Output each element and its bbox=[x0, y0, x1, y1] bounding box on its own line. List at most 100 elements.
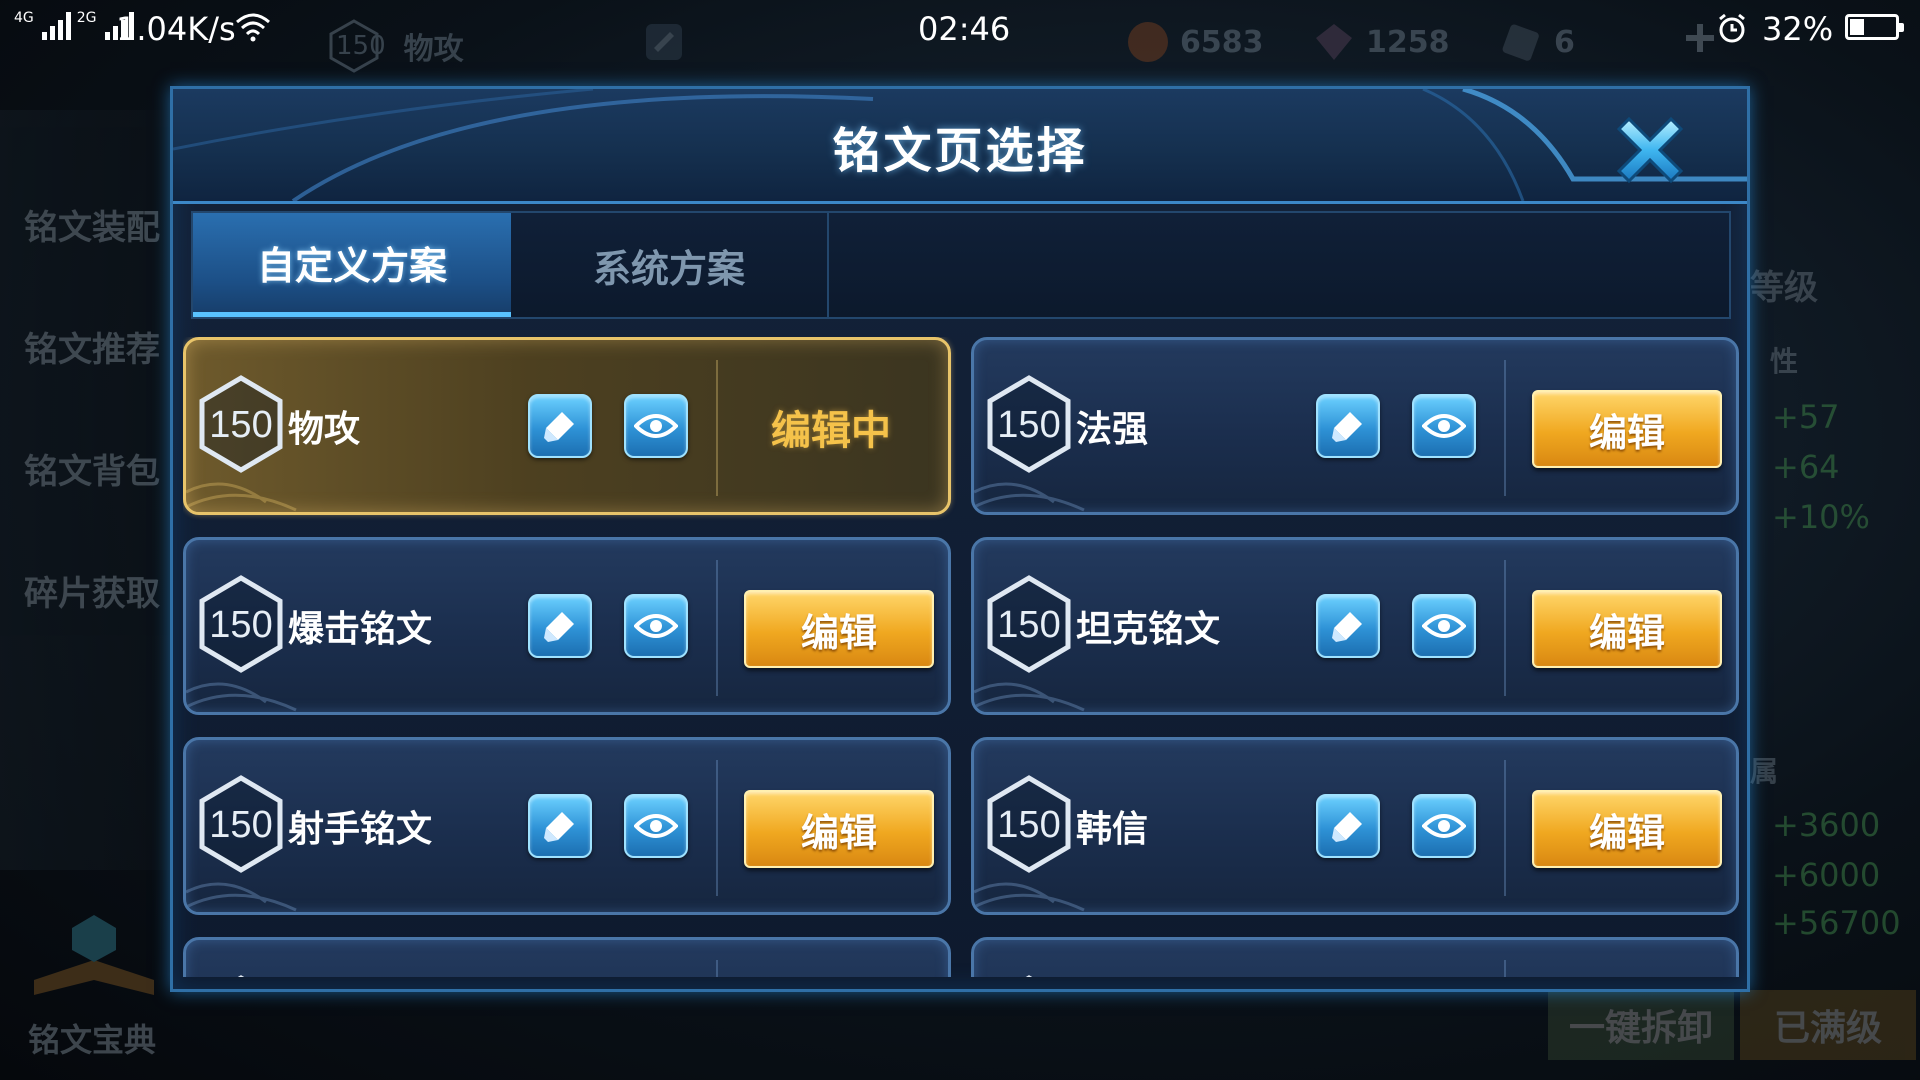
rune-page-name: 射手铭文 bbox=[288, 809, 433, 850]
close-icon[interactable] bbox=[1607, 107, 1693, 193]
rune-page-card[interactable] bbox=[971, 937, 1739, 977]
card-divider bbox=[1504, 760, 1506, 896]
rune-page-grid: 150 物攻 编辑中 150 法强 编辑 150 爆击铭文 编辑 150 坦克铭… bbox=[183, 337, 1739, 977]
eye-icon bbox=[634, 614, 678, 638]
bg-add-icon bbox=[1680, 18, 1720, 58]
hexagon-level-icon: 150 bbox=[196, 574, 286, 674]
view-button[interactable] bbox=[1412, 394, 1476, 458]
hexagon-level-icon: 150 bbox=[196, 774, 286, 874]
dialog-header: 铭文页选择 bbox=[173, 89, 1747, 204]
eye-icon bbox=[1422, 614, 1466, 638]
rename-button[interactable] bbox=[528, 794, 592, 858]
gem-icon bbox=[1316, 24, 1352, 60]
card-divider bbox=[1504, 560, 1506, 696]
dialog-title: 铭文页选择 bbox=[832, 123, 1088, 179]
bg-sidebar-item: 碎片获取 bbox=[24, 574, 160, 614]
bg-stat: +6000 bbox=[1772, 856, 1881, 894]
rune-page-name: 韩信 bbox=[1076, 809, 1149, 850]
rune-page-card[interactable]: 150 射手铭文 编辑 bbox=[183, 737, 951, 915]
bg-maxed-button: 已满级 bbox=[1740, 990, 1916, 1060]
coin-icon bbox=[1128, 22, 1168, 62]
bg-sidebar: 铭文装配 铭文推荐 铭文背包 碎片获取 bbox=[0, 110, 170, 870]
bg-right-level-label: 等级 bbox=[1750, 268, 1818, 308]
rune-level: 150 bbox=[209, 604, 273, 646]
bg-sidebar-item: 铭文推荐 bbox=[24, 330, 160, 370]
bg-tickets: 6 bbox=[1498, 18, 1575, 66]
tab-custom-plans[interactable]: 自定义方案 bbox=[193, 213, 511, 317]
view-button[interactable] bbox=[624, 594, 688, 658]
bg-stat: +10% bbox=[1772, 498, 1870, 536]
bg-level: 150 bbox=[336, 31, 386, 61]
card-divider bbox=[716, 560, 718, 696]
hexagon-level-icon: 150 bbox=[196, 374, 286, 474]
tab-bar: 自定义方案 系统方案 bbox=[191, 211, 1731, 319]
rune-page-selection-dialog: 铭文页选择 自定义方案 系统方案 150 物攻 编辑中 150 法强 编辑 15… bbox=[170, 86, 1750, 992]
view-button[interactable] bbox=[624, 794, 688, 858]
rune-page-card[interactable]: 150 韩信 编辑 bbox=[971, 737, 1739, 915]
rename-icon bbox=[544, 612, 574, 642]
rename-button[interactable] bbox=[528, 594, 592, 658]
eye-icon bbox=[1422, 414, 1466, 438]
rune-page-card[interactable]: 150 法强 编辑 bbox=[971, 337, 1739, 515]
bg-right-attr2-label: 属 bbox=[1750, 755, 1779, 788]
rune-page-card[interactable]: 150 坦克铭文 编辑 bbox=[971, 537, 1739, 715]
rune-page-name: 坦克铭文 bbox=[1076, 609, 1221, 650]
bg-tickets-value: 6 bbox=[1554, 24, 1575, 60]
bg-book-label: 铭文宝典 bbox=[28, 1021, 157, 1059]
bg-unload-button: 一键拆卸 bbox=[1548, 990, 1734, 1060]
eye-icon bbox=[1422, 814, 1466, 838]
hexagon-level-icon: 150 bbox=[984, 574, 1074, 674]
rename-button[interactable] bbox=[528, 394, 592, 458]
bg-page-name: 物攻 bbox=[403, 32, 464, 67]
rune-level: 150 bbox=[997, 804, 1061, 846]
bg-coins: 6583 bbox=[1124, 18, 1264, 66]
editing-status-label: 编辑中 bbox=[771, 408, 891, 454]
rename-button[interactable] bbox=[1316, 394, 1380, 458]
eye-icon bbox=[634, 414, 678, 438]
rename-icon bbox=[544, 412, 574, 442]
hexagon-level-icon: 150 bbox=[984, 774, 1074, 874]
bg-coins-value: 6583 bbox=[1180, 24, 1264, 60]
rename-icon bbox=[1332, 612, 1362, 642]
view-button[interactable] bbox=[1412, 794, 1476, 858]
bg-rename-icon bbox=[640, 18, 688, 66]
bg-gems: 1258 bbox=[1310, 18, 1450, 66]
rune-level: 150 bbox=[209, 804, 273, 846]
rename-button[interactable] bbox=[1316, 794, 1380, 858]
edit-button[interactable]: 编辑 bbox=[1532, 590, 1722, 668]
bg-stat: +57 bbox=[1772, 398, 1840, 436]
rename-icon bbox=[1332, 812, 1362, 842]
rune-level: 150 bbox=[997, 604, 1061, 646]
ticket-icon bbox=[1502, 24, 1539, 61]
rune-page-card[interactable]: 150 爆击铭文 编辑 bbox=[183, 537, 951, 715]
tab-system-plans[interactable]: 系统方案 bbox=[511, 213, 829, 317]
rename-icon bbox=[544, 812, 574, 842]
rune-level: 150 bbox=[209, 404, 273, 446]
view-button[interactable] bbox=[624, 394, 688, 458]
card-divider bbox=[716, 960, 718, 977]
rune-page-card[interactable]: 150 物攻 编辑中 bbox=[183, 337, 951, 515]
edit-button[interactable]: 编辑 bbox=[1532, 390, 1722, 468]
rune-page-name: 法强 bbox=[1076, 409, 1149, 450]
card-divider bbox=[1504, 360, 1506, 496]
view-button[interactable] bbox=[1412, 594, 1476, 658]
card-divider bbox=[716, 760, 718, 896]
rename-icon bbox=[1332, 412, 1362, 442]
book-icon bbox=[34, 915, 154, 995]
bg-sidebar-item: 铭文装配 bbox=[24, 208, 160, 248]
edit-button[interactable]: 编辑 bbox=[1532, 790, 1722, 868]
edit-button[interactable]: 编辑 bbox=[744, 790, 934, 868]
rune-page-card[interactable] bbox=[183, 937, 951, 977]
bg-gems-value: 1258 bbox=[1366, 24, 1450, 60]
rune-level: 150 bbox=[997, 404, 1061, 446]
bg-right-attr-label: 性 bbox=[1770, 345, 1799, 378]
edit-button[interactable]: 编辑 bbox=[744, 590, 934, 668]
hexagon-level-icon: 150 bbox=[984, 374, 1074, 474]
bg-sidebar-item: 铭文背包 bbox=[24, 452, 160, 492]
bg-stat: +64 bbox=[1772, 448, 1840, 486]
rename-button[interactable] bbox=[1316, 594, 1380, 658]
rune-page-name: 物攻 bbox=[288, 409, 361, 450]
card-divider bbox=[716, 360, 718, 496]
card-divider bbox=[1504, 960, 1506, 977]
eye-icon bbox=[634, 814, 678, 838]
